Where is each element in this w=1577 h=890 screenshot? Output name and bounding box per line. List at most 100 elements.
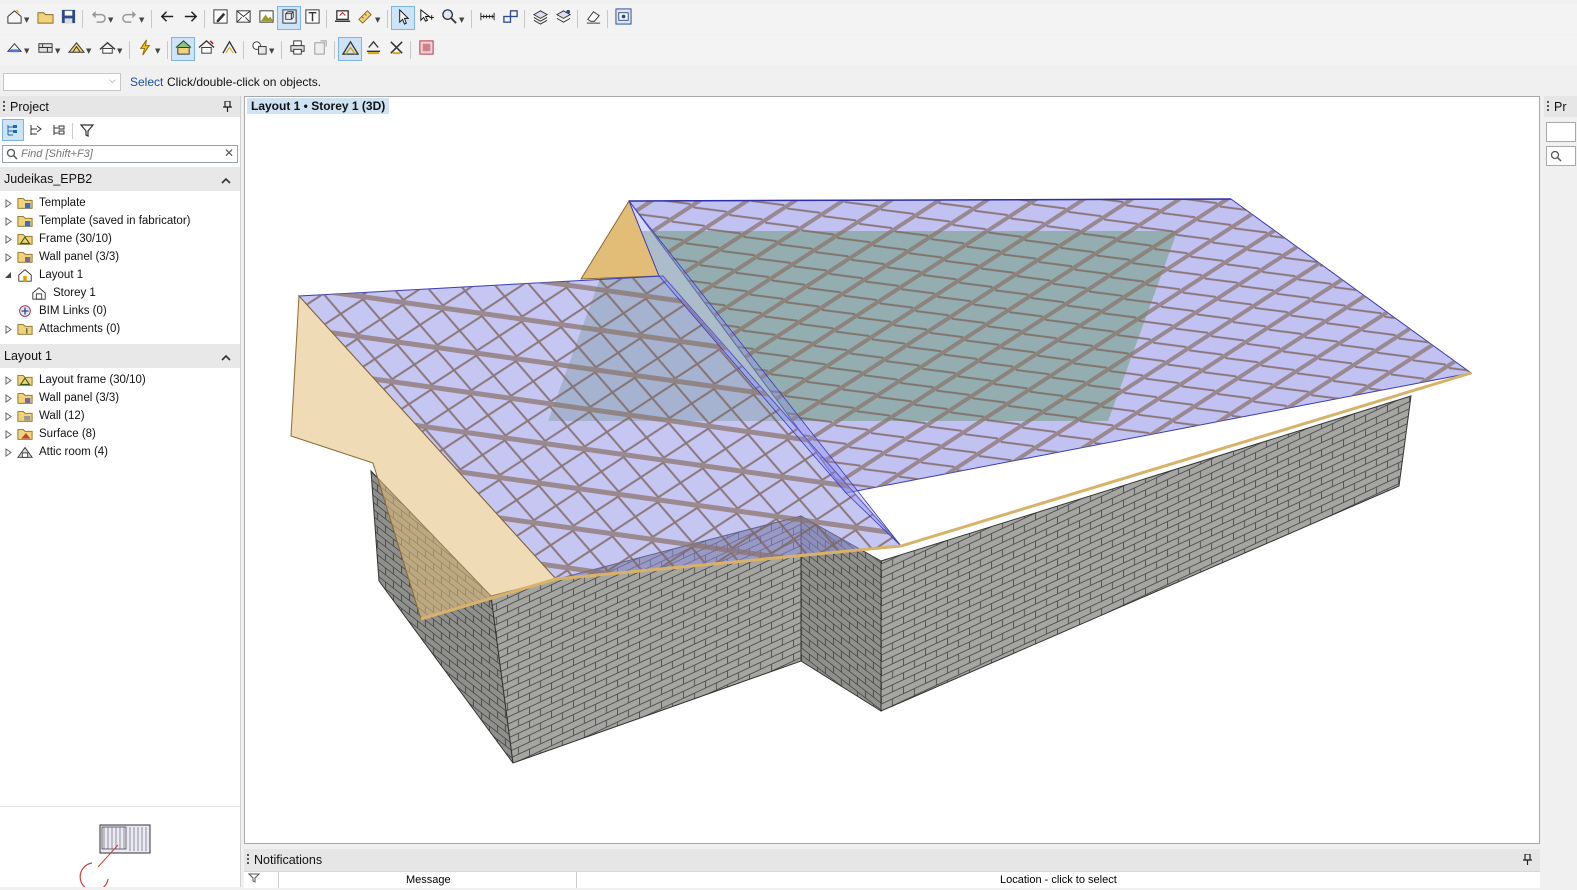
clear-search-icon[interactable]: ✕ [224,146,234,160]
link-button[interactable] [499,7,521,29]
back-button[interactable] [156,7,178,29]
wireframe-button[interactable] [232,7,254,29]
tree-item[interactable]: Template (saved in fabricator) [0,212,240,230]
list-view-tab[interactable] [49,120,69,140]
lightning-button[interactable] [134,38,156,60]
collapse-arrow-icon[interactable] [3,271,13,279]
tree-item[interactable]: Storey 1 [0,284,240,302]
select-tool-button[interactable] [391,6,415,30]
chevron-up-icon[interactable] [221,173,231,187]
navigation-minimap[interactable] [0,806,240,890]
expand-arrow-icon[interactable] [3,447,13,457]
expand-arrow-icon[interactable] [3,429,13,439]
search-input[interactable] [21,147,211,161]
zoom-button[interactable] [438,7,460,29]
properties-selector[interactable] [1546,122,1576,142]
truss-view-button[interactable] [338,37,362,61]
tree-item[interactable]: Wall (12) [0,407,240,425]
tree-view-tab[interactable] [2,119,24,141]
print-button[interactable] [286,38,308,60]
terrain-button[interactable] [255,7,277,29]
viewport-3d[interactable]: Layout 1 • Storey 1 (3D) [244,96,1540,844]
view-3d-button[interactable] [277,6,301,30]
dropdown-arrow-icon[interactable]: ▼ [375,16,380,24]
open-button[interactable] [34,7,56,29]
tree-item[interactable]: Surface (8) [0,425,240,443]
forward-button[interactable] [179,7,201,29]
drag-grip-icon[interactable] [247,854,249,866]
screenshot-button[interactable] [612,7,634,29]
expand-arrow-icon[interactable] [3,324,13,334]
message-column-header[interactable]: Message [406,874,451,886]
redo-button[interactable] [118,7,140,29]
expand-arrow-icon[interactable] [3,411,13,421]
measure-tool-button[interactable] [354,7,376,29]
location-column-header[interactable]: Location - click to select [1000,874,1117,886]
roof-plane-button[interactable] [171,37,195,61]
tree-item[interactable]: Attachments (0) [0,320,240,338]
undo-button[interactable] [87,7,109,29]
structure-view-tab[interactable] [26,120,46,140]
dropdown-arrow-icon[interactable]: ▼ [269,47,274,55]
dropdown-arrow-icon[interactable]: ▼ [108,16,113,24]
camera-position-icon[interactable] [79,844,119,890]
tree-item[interactable]: BIM Links (0) [0,302,240,320]
command-dropdown[interactable]: ⌵ [3,73,121,91]
tree-item[interactable]: Layout 1 [0,266,240,284]
wall-tools-button[interactable] [34,38,56,60]
tree-item[interactable]: Template [0,194,240,212]
eraser-button[interactable] [582,7,604,29]
layers-button[interactable] [529,7,551,29]
layers-settings-button[interactable] [552,7,574,29]
roof-tools-button[interactable] [96,38,118,60]
save-button[interactable] [57,7,79,29]
tree-item[interactable]: Wall panel (3/3) [0,248,240,266]
new-model-button[interactable] [3,7,25,29]
cross-button[interactable] [385,38,407,60]
project-section-header[interactable]: Judeikas_EPB2 [0,167,240,191]
dropdown-arrow-icon[interactable]: ▼ [155,47,160,55]
display-button[interactable] [331,7,353,29]
expand-arrow-icon[interactable] [3,198,13,208]
edit-button[interactable] [209,7,231,29]
frame-tools-button[interactable] [3,38,25,60]
dropdown-arrow-icon[interactable]: ▼ [24,47,29,55]
text-button[interactable] [301,7,323,29]
truss-tools-button[interactable] [65,38,87,60]
expand-arrow-icon[interactable] [3,375,13,385]
layout-section-header[interactable]: Layout 1 [0,344,240,368]
tree-item[interactable]: Layout frame (30/10) [0,371,240,389]
notifications-table-header: Message Location - click to select [244,871,1540,888]
drag-grip-icon[interactable] [1547,100,1549,113]
dropdown-arrow-icon[interactable]: ▼ [117,47,122,55]
expand-arrow-icon[interactable] [3,252,13,262]
properties-search[interactable] [1546,146,1576,166]
filter-icon[interactable] [247,873,261,886]
building-3d-model[interactable] [244,96,1540,844]
truss-edit-button[interactable] [218,38,240,60]
filter-button[interactable] [77,120,97,140]
drag-grip-icon[interactable] [3,100,5,113]
roof-edit-button[interactable] [195,38,217,60]
properties-panel-header[interactable]: Pr [1544,96,1577,117]
dropdown-arrow-icon[interactable]: ▼ [86,47,91,55]
group-button[interactable] [248,38,270,60]
dropdown-arrow-icon[interactable]: ▼ [24,16,29,24]
expand-arrow-icon[interactable] [3,234,13,244]
chevron-up-icon[interactable] [221,350,231,364]
pin-icon[interactable] [223,100,232,115]
dropdown-arrow-icon[interactable]: ▼ [139,16,144,24]
dropdown-arrow-icon[interactable]: ▼ [459,16,464,24]
dropdown-arrow-icon[interactable]: ▼ [55,47,60,55]
tree-item[interactable]: Frame (30/10) [0,230,240,248]
expand-arrow-icon[interactable] [3,216,13,226]
pin-icon[interactable] [1523,853,1532,868]
tree-item[interactable]: Wall panel (3/3) [0,389,240,407]
expand-arrow-icon[interactable] [3,393,13,403]
move-tool-button[interactable] [415,7,437,29]
export-button[interactable] [309,38,331,60]
dimension-button[interactable] [476,7,498,29]
member-button[interactable] [362,38,384,60]
tree-item[interactable]: Attic room (4) [0,443,240,461]
render-button[interactable] [415,38,437,60]
